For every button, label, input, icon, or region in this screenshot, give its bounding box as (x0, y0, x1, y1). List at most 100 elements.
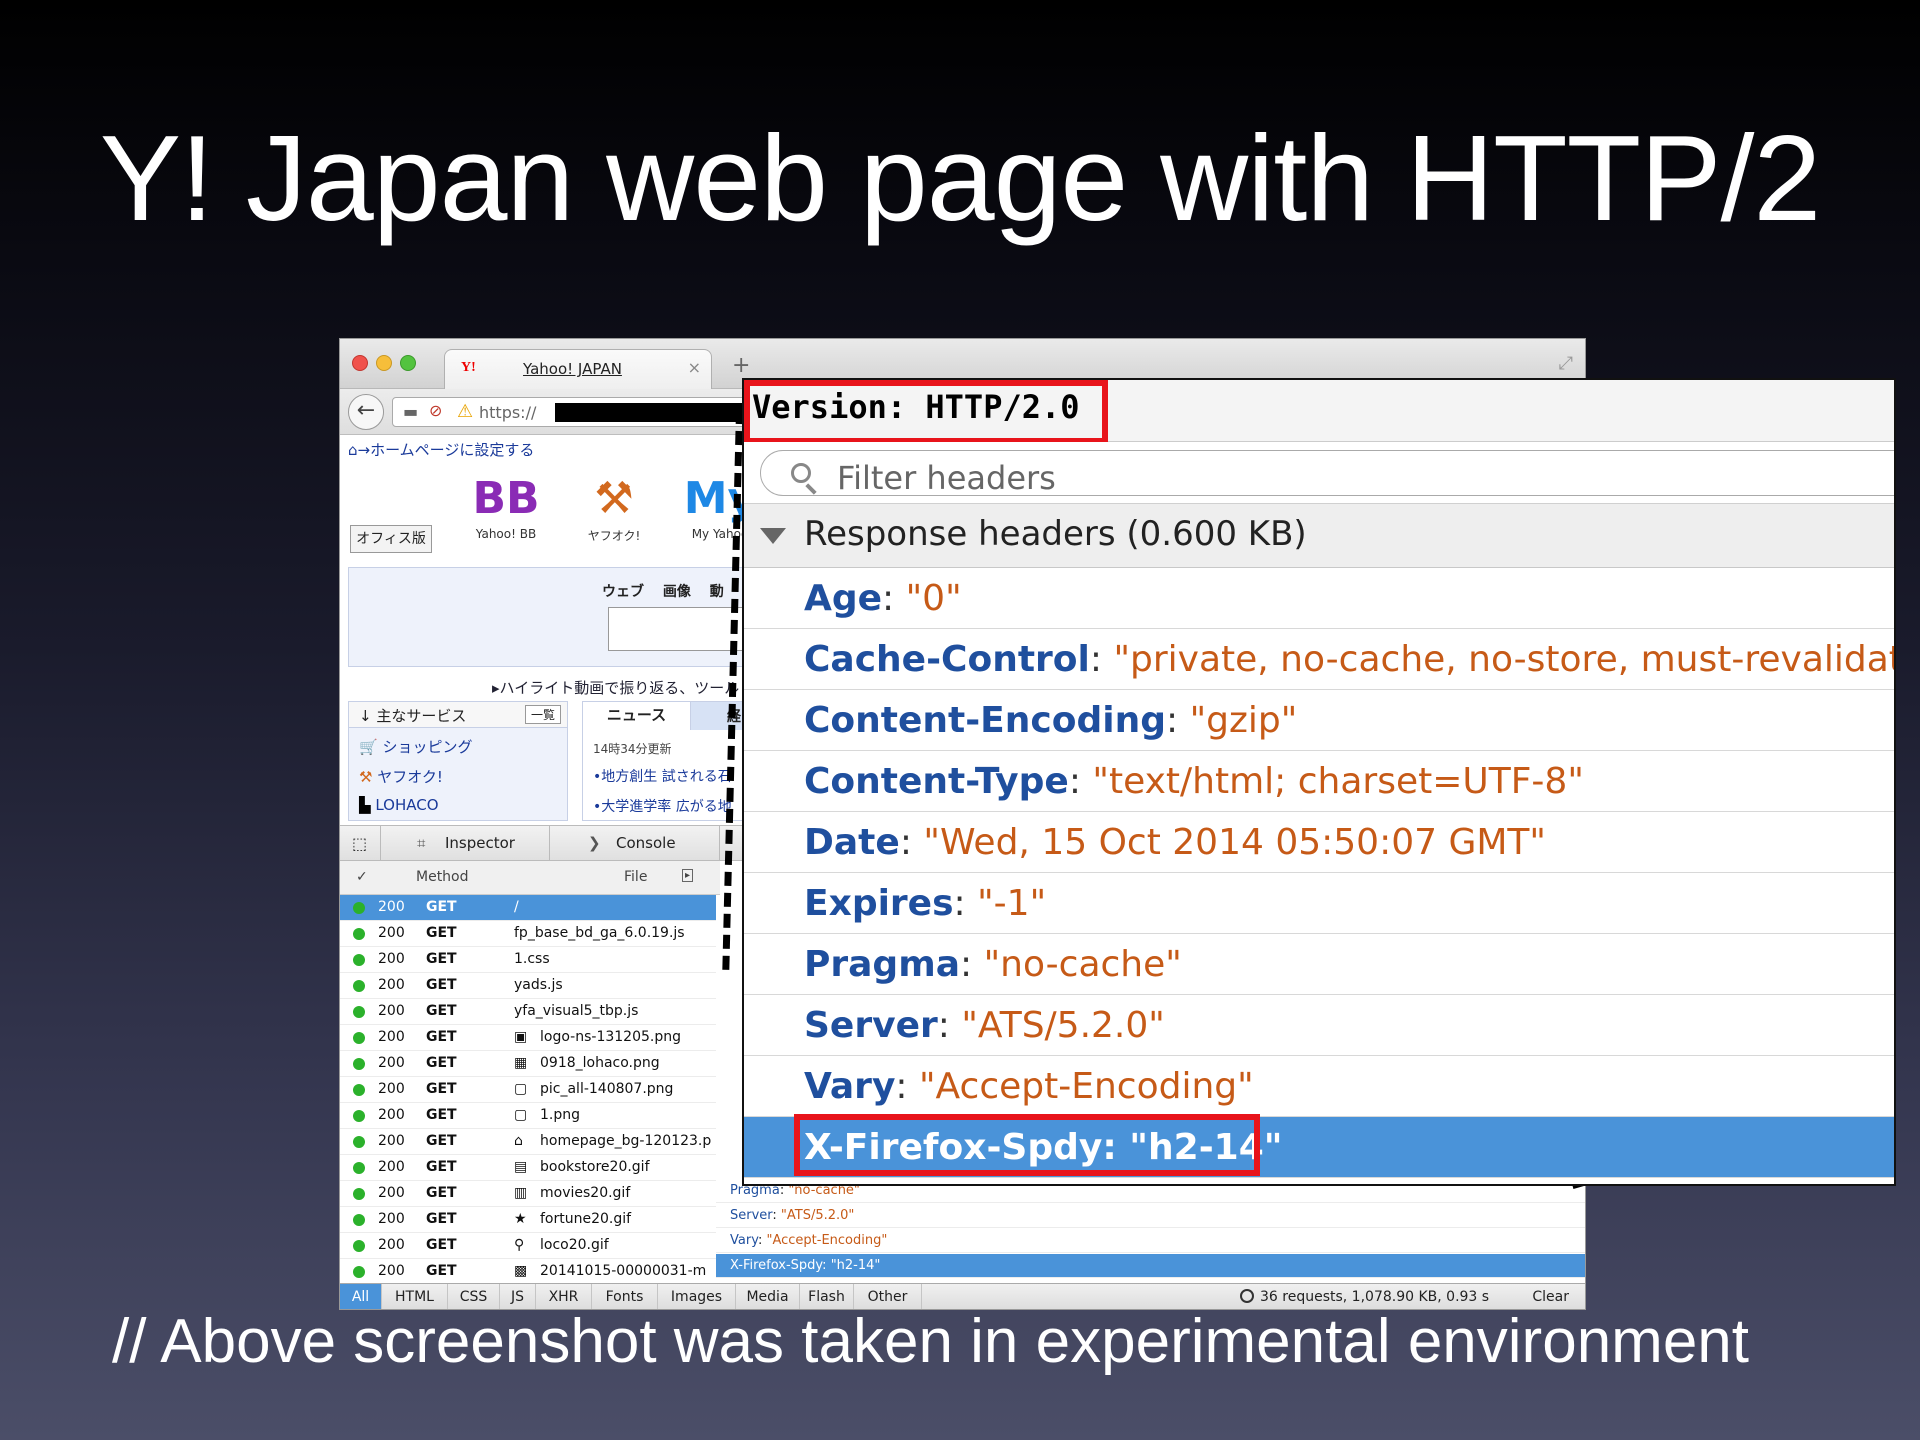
request-file: 1.png (540, 1107, 581, 1123)
header-row[interactable]: Vary: "Accept-Encoding" (716, 1229, 1585, 1253)
table-row[interactable]: 200 GET fp_base_bd_ga_6.0.19.js (340, 921, 716, 947)
zoom-window-button[interactable] (400, 355, 416, 371)
header-key: Server (804, 1005, 938, 1046)
table-row[interactable]: 200 GET ▦ 0918_lohaco.png (340, 1051, 716, 1077)
office-version-button[interactable]: オフィス版 (350, 525, 432, 553)
tab-title: Yahoo! JAPAN (523, 360, 622, 378)
cart-icon: 🛒 (359, 738, 383, 756)
close-window-button[interactable] (352, 355, 368, 371)
request-file: homepage_bg-120123.p (540, 1133, 712, 1149)
header-row[interactable]: Vary: "Accept-Encoding" (744, 1056, 1894, 1117)
header-separator: : (822, 1258, 831, 1273)
new-tab-icon[interactable]: + (732, 353, 750, 378)
header-separator: : (937, 1005, 962, 1046)
request-method: GET (426, 1263, 457, 1279)
header-key: Content-Encoding (804, 700, 1166, 741)
search-tabs[interactable]: ウェブ 画像 動 (602, 581, 724, 601)
element-picker-icon[interactable]: ⬚ (352, 834, 367, 853)
header-row[interactable]: Content-Encoding: "gzip" (744, 690, 1894, 751)
header-row[interactable]: Pragma: "no-cache" (744, 934, 1894, 995)
request-method: GET (426, 1029, 457, 1045)
header-row[interactable]: Content-Type: "text/html; charset=UTF-8" (744, 751, 1894, 812)
header-entry: Vary: "Accept-Encoding" (804, 1066, 1254, 1107)
browser-tab[interactable]: Y! Yahoo! JAPAN × (444, 349, 712, 389)
news-item[interactable]: •大学進学率 広がる地 (593, 796, 732, 816)
table-row[interactable]: 200 GET yfa_visual5_tbp.js (340, 999, 716, 1025)
header-row[interactable]: Age: "0" (744, 568, 1894, 629)
request-file: fp_base_bd_ga_6.0.19.js (514, 925, 685, 941)
table-row[interactable]: 200 GET ▣ logo-ns-131205.png (340, 1025, 716, 1051)
service-auction[interactable]: ⚒ ヤフオク! (564, 471, 664, 544)
header-row[interactable]: Date: "Wed, 15 Oct 2014 05:50:07 GMT" (744, 812, 1894, 873)
status-code: 200 (378, 1159, 405, 1175)
column-method[interactable]: Method (416, 869, 469, 885)
table-row[interactable]: 200 GET ⌂ homepage_bg-120123.p (340, 1129, 716, 1155)
request-file: 0918_lohaco.png (540, 1055, 660, 1071)
table-row[interactable]: 200 GET ▩ 20141015-00000031-m (340, 1259, 716, 1285)
clear-button[interactable]: Clear (1532, 1289, 1569, 1305)
highlight-link[interactable]: ▸ハイライト動画で振り返る、ツール (492, 677, 739, 698)
header-separator: : (1068, 761, 1093, 802)
status-code: 200 (378, 1263, 405, 1279)
minimize-window-button[interactable] (376, 355, 392, 371)
header-row[interactable]: X-Firefox-Spdy: "h2-14" (716, 1254, 1585, 1278)
table-row[interactable]: 200 GET yads.js (340, 973, 716, 999)
status-ok-icon (353, 928, 365, 940)
status-ok-icon (353, 954, 365, 966)
news-item[interactable]: •地方創生 試される石 (593, 766, 732, 786)
table-row[interactable]: 200 GET 1.css (340, 947, 716, 973)
request-summary: 36 requests, 1,078.90 KB, 0.93 s (1240, 1289, 1489, 1305)
header-row[interactable]: Server: "ATS/5.2.0" (744, 995, 1894, 1056)
status-code: 200 (378, 1029, 405, 1045)
back-button[interactable]: ← (348, 394, 384, 430)
header-key: Date (804, 822, 900, 863)
status-code: 200 (378, 1081, 405, 1097)
toggle-panel-icon[interactable]: ▸ (682, 869, 694, 882)
service-item-label: ヤフオク! (377, 768, 443, 786)
filter-headers-input[interactable]: Filter headers (760, 450, 1894, 497)
header-row[interactable]: Cache-Control: "private, no-cache, no-st… (744, 629, 1894, 690)
service-yahoo-bb[interactable]: BB Yahoo! BB (456, 471, 556, 541)
request-method: GET (426, 1107, 457, 1123)
table-row[interactable]: 200 GET ▢ pic_all-140807.png (340, 1077, 716, 1103)
status-code: 200 (378, 951, 405, 967)
set-homepage-link[interactable]: ホームページに設定する (370, 441, 534, 459)
version-highlight-box (744, 380, 1108, 444)
service-item-shopping[interactable]: 🛒 ショッピング (359, 736, 472, 757)
header-key: Vary (730, 1233, 758, 1248)
response-headers-section[interactable]: Response headers (0.600 KB) (744, 504, 1894, 568)
table-row[interactable]: 200 GET ▤ bookstore20.gif (340, 1155, 716, 1181)
table-row[interactable]: 200 GET ▥ movies20.gif (340, 1181, 716, 1207)
table-row[interactable]: 200 GET ★ fortune20.gif (340, 1207, 716, 1233)
header-value: "0" (905, 578, 962, 619)
status-code: 200 (378, 925, 405, 941)
status-code: 200 (378, 1055, 405, 1071)
header-entry: Date: "Wed, 15 Oct 2014 05:50:07 GMT" (804, 822, 1546, 863)
table-row[interactable]: 200 GET / (340, 895, 716, 921)
list-all-button[interactable]: 一覧 (524, 705, 561, 724)
status-ok-icon (353, 980, 365, 992)
table-row[interactable]: 200 GET ⚲ loco20.gif (340, 1233, 716, 1259)
header-value: "-1" (977, 883, 1047, 924)
no-tracking-icon: ⊘ (429, 401, 443, 420)
close-tab-icon[interactable]: × (688, 358, 701, 377)
tab-news[interactable]: ニュース (583, 702, 691, 730)
lohaco-icon: ▙ (359, 796, 376, 814)
fullscreen-icon[interactable]: ⤢ (1559, 353, 1573, 374)
service-item-auction[interactable]: ⚒ ヤフオク! (359, 766, 443, 787)
table-row[interactable]: 200 GET ▢ 1.png (340, 1103, 716, 1129)
service-item-lohaco[interactable]: ▙ LOHACO (359, 796, 439, 814)
tab-inspector[interactable]: ⌗ Inspector (380, 826, 550, 860)
file-type-icon: ▢ (514, 1107, 528, 1123)
header-key: Age (804, 578, 883, 619)
column-file[interactable]: File (624, 869, 647, 885)
column-check[interactable]: ✓ (356, 869, 368, 885)
zoomed-headers-panel: Version: HTTP/2.0 Filter headers Respons… (742, 378, 1896, 1186)
request-file: bookstore20.gif (540, 1159, 650, 1175)
header-row[interactable]: Server: "ATS/5.2.0" (716, 1204, 1585, 1228)
status-code: 200 (378, 1107, 405, 1123)
header-row[interactable]: Expires: "-1" (744, 873, 1894, 934)
tab-console[interactable]: ❯ Console (550, 826, 720, 860)
status-ok-icon (353, 1084, 365, 1096)
search-icon (791, 463, 811, 483)
